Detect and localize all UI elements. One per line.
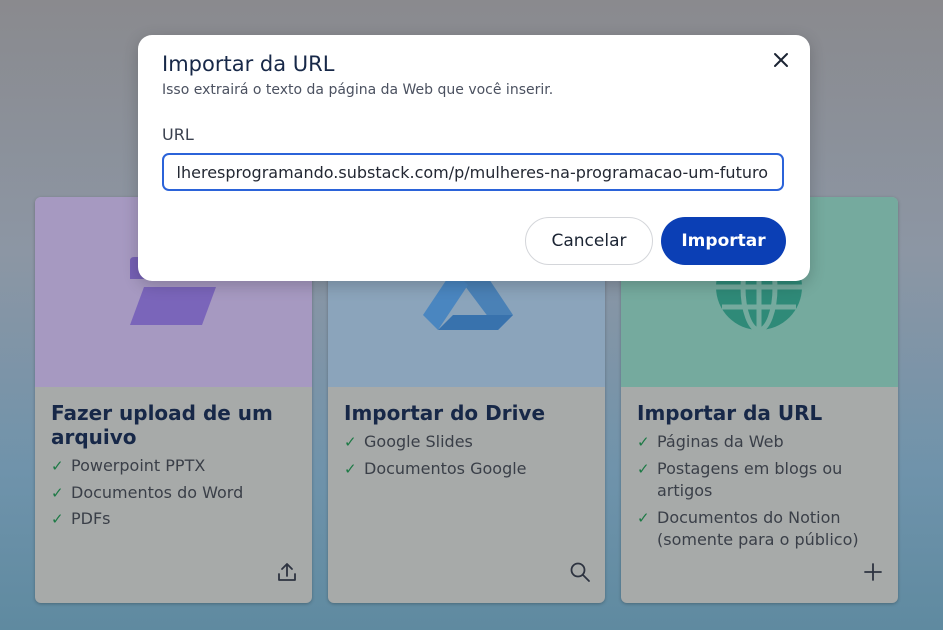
card-title: Importar da URL [637, 401, 823, 425]
check-icon: ✓ [637, 508, 650, 527]
list-item: ✓ Documentos Google [344, 458, 589, 481]
cancel-button[interactable]: Cancelar [525, 217, 653, 265]
list-item: ✓ Documentos do Word [51, 482, 296, 505]
search-icon[interactable] [569, 561, 591, 583]
list-item: ✓ Páginas da Web [637, 431, 882, 454]
import-url-dialog: Importar da URL Isso extrairá o texto da… [138, 35, 810, 281]
list-item: ✓ PDFs [51, 508, 296, 531]
dialog-title: Importar da URL [162, 52, 335, 76]
card-title: Importar do Drive [344, 401, 546, 425]
check-icon: ✓ [51, 483, 64, 502]
list-item: ✓ Google Slides [344, 431, 589, 454]
check-icon: ✓ [344, 459, 357, 478]
url-field-label: URL [162, 125, 194, 144]
check-icon: ✓ [51, 457, 64, 475]
close-icon[interactable] [770, 49, 792, 71]
upload-icon[interactable] [276, 561, 298, 583]
list-item: ✓ Documentos do Notion (somente para o pú… [637, 507, 859, 550]
check-icon: ✓ [344, 433, 357, 451]
url-input[interactable] [162, 153, 784, 191]
card-title: Fazer upload de um arquivo [51, 401, 273, 449]
check-icon: ✓ [637, 459, 650, 478]
import-button[interactable]: Importar [661, 217, 786, 265]
list-item: ✓ Postagens em blogs ou artigos [637, 458, 843, 501]
plus-icon[interactable] [862, 561, 884, 583]
check-icon: ✓ [51, 510, 64, 528]
list-item: ✓ Powerpoint PPTX [51, 455, 296, 478]
check-icon: ✓ [637, 433, 650, 451]
dialog-subtitle: Isso extrairá o texto da página da Web q… [162, 82, 554, 98]
